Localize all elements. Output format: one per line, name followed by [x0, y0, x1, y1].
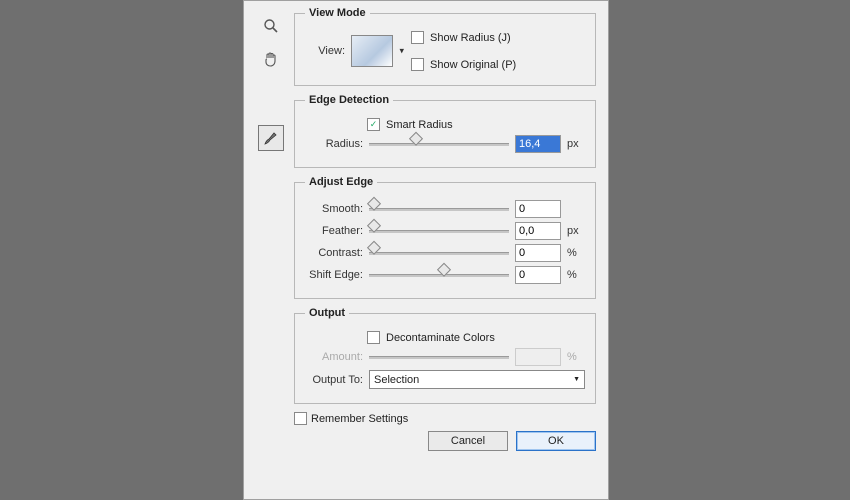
remember-settings-checkbox[interactable]: Remember Settings [294, 412, 596, 425]
checkbox-icon [411, 58, 424, 71]
contrast-input[interactable] [515, 244, 561, 262]
decontaminate-label: Decontaminate Colors [386, 332, 495, 344]
tool-palette [254, 7, 288, 451]
feather-input[interactable] [515, 222, 561, 240]
output-to-label: Output To: [305, 374, 363, 386]
radius-unit: px [567, 138, 585, 150]
edge-detection-group: Edge Detection ✓ Smart Radius Radius: px [294, 94, 596, 168]
checkbox-icon [367, 331, 380, 344]
view-label: View: [305, 45, 345, 57]
cancel-button[interactable]: Cancel [428, 431, 508, 451]
shift-edge-label: Shift Edge: [305, 269, 363, 281]
brush-tool[interactable] [258, 125, 284, 151]
feather-slider[interactable] [369, 225, 509, 237]
show-radius-checkbox[interactable]: Show Radius (J) [411, 31, 516, 44]
amount-label: Amount: [305, 351, 363, 363]
radius-label: Radius: [305, 138, 363, 150]
smart-radius-checkbox[interactable]: ✓ Smart Radius [367, 118, 585, 131]
smart-radius-label: Smart Radius [386, 119, 453, 131]
radius-slider[interactable] [369, 138, 509, 150]
shift-edge-unit: % [567, 269, 585, 281]
checkbox-icon: ✓ [367, 118, 380, 131]
refine-edge-dialog: View Mode View: Show Radius (J) Show Ori… [243, 0, 609, 500]
output-to-value: Selection [374, 374, 419, 386]
output-group: Output Decontaminate Colors Amount: % Ou… [294, 307, 596, 404]
amount-unit: % [567, 351, 585, 363]
contrast-slider[interactable] [369, 247, 509, 259]
amount-slider [369, 351, 509, 363]
hand-tool[interactable] [258, 47, 284, 73]
remember-label: Remember Settings [311, 413, 408, 425]
adjust-edge-legend: Adjust Edge [305, 176, 377, 188]
show-original-label: Show Original (P) [430, 59, 516, 71]
radius-input[interactable] [515, 135, 561, 153]
show-radius-label: Show Radius (J) [430, 32, 511, 44]
adjust-edge-group: Adjust Edge Smooth: Feather: px Contrast… [294, 176, 596, 299]
view-dropdown[interactable] [351, 35, 393, 67]
show-original-checkbox[interactable]: Show Original (P) [411, 58, 516, 71]
hand-icon [262, 51, 280, 69]
feather-unit: px [567, 225, 585, 237]
output-to-dropdown[interactable]: Selection ▼ [369, 370, 585, 389]
magnify-tool[interactable] [258, 13, 284, 39]
edge-detection-legend: Edge Detection [305, 94, 393, 106]
view-mode-legend: View Mode [305, 7, 370, 19]
smooth-input[interactable] [515, 200, 561, 218]
amount-input [515, 348, 561, 366]
shift-edge-slider[interactable] [369, 269, 509, 281]
checkbox-icon [411, 31, 424, 44]
output-legend: Output [305, 307, 349, 319]
magnify-icon [263, 18, 279, 34]
view-mode-group: View Mode View: Show Radius (J) Show Ori… [294, 7, 596, 86]
smooth-label: Smooth: [305, 203, 363, 215]
ok-button[interactable]: OK [516, 431, 596, 451]
contrast-label: Contrast: [305, 247, 363, 259]
chevron-down-icon: ▼ [573, 376, 580, 383]
feather-label: Feather: [305, 225, 363, 237]
decontaminate-checkbox[interactable]: Decontaminate Colors [367, 331, 585, 344]
brush-icon [262, 129, 280, 147]
contrast-unit: % [567, 247, 585, 259]
smooth-slider[interactable] [369, 203, 509, 215]
checkbox-icon [294, 412, 307, 425]
shift-edge-input[interactable] [515, 266, 561, 284]
